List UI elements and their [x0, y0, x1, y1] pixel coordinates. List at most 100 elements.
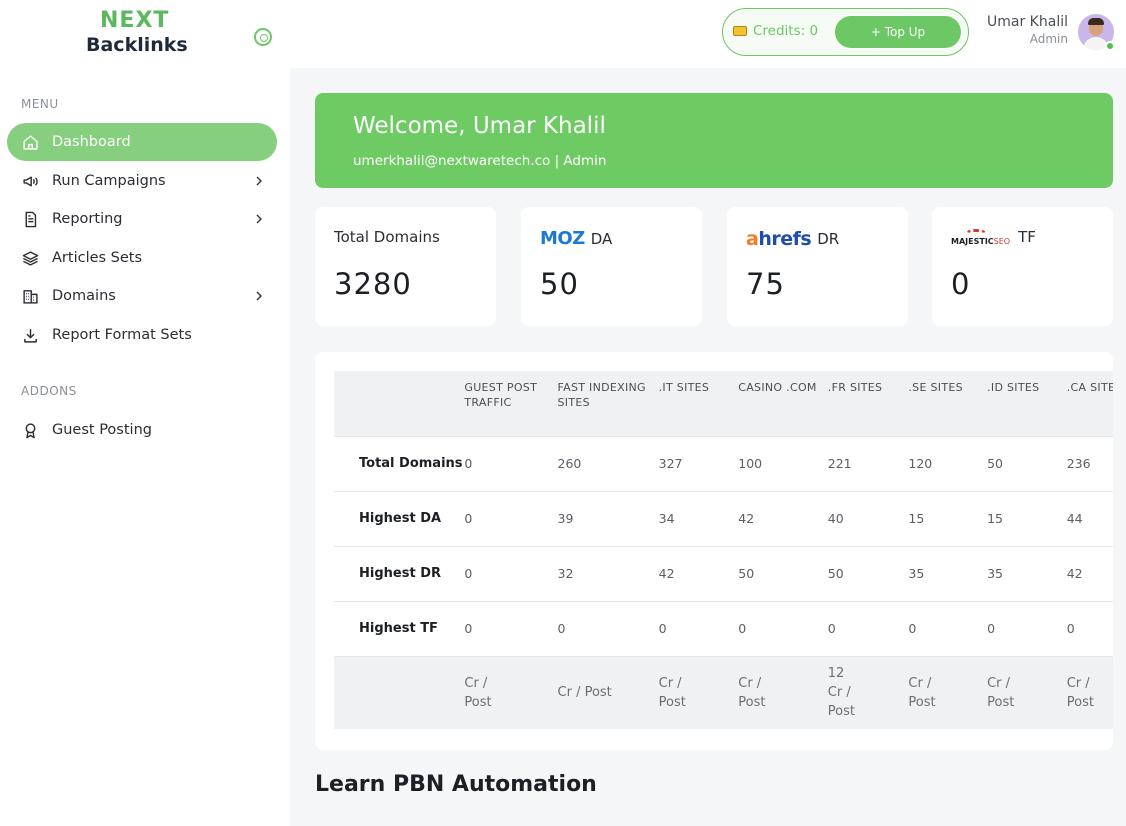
table-cell: 15: [908, 490, 988, 546]
stat-label: DR: [817, 230, 840, 248]
stat-value: 75: [746, 267, 785, 301]
table-cell: 40: [827, 490, 909, 546]
table-footer-row: Cr / Post Cr / Post Cr / Post Cr / Post …: [334, 655, 1113, 729]
column-header: .SE SITES: [908, 371, 988, 436]
table-cell: 0: [464, 435, 558, 491]
row-label: Highest DR: [334, 545, 465, 601]
column-header: GUEST POST TRAFFIC: [464, 371, 558, 436]
table-cell: 0: [464, 490, 558, 546]
table-cell: 42: [1066, 545, 1113, 601]
column-header: .IT SITES: [658, 371, 739, 436]
sidebar-item-report-format-sets[interactable]: Report Format Sets: [7, 316, 277, 354]
document-icon: [21, 210, 39, 228]
column-header: .CA SITES: [1066, 371, 1113, 436]
download-icon: [21, 326, 39, 344]
row-label: Highest TF: [334, 600, 465, 656]
award-icon: [21, 421, 39, 439]
table-cell: 42: [658, 545, 739, 601]
sidebar-item-label: Reporting: [52, 211, 123, 227]
credits-display: Credits: 0: [733, 23, 818, 39]
sidebar-item-label: Domains: [52, 288, 116, 304]
table-cell: 0: [557, 600, 659, 656]
table-cell: 0: [987, 600, 1067, 656]
section-title: Learn PBN Automation: [315, 772, 597, 797]
table-cell: 236: [1066, 435, 1113, 491]
price-cell: Cr / Post: [557, 655, 659, 729]
table-cell: 50: [738, 545, 828, 601]
table-cell: 120: [908, 435, 988, 491]
price-cell: Cr / Post: [658, 655, 739, 729]
credits-label: Credits: 0: [753, 23, 819, 39]
sidebar-item-reporting[interactable]: Reporting: [7, 200, 277, 238]
addons-heading: ADDONS: [21, 384, 77, 398]
price-cell: Cr / Post: [464, 655, 558, 729]
table-cell: 221: [827, 435, 909, 491]
majestic-logo: MAJESTICSEO: [951, 228, 1010, 246]
price-cell: Cr / Post: [738, 655, 828, 729]
row-label: Highest DA: [334, 490, 465, 546]
top-up-button[interactable]: + Top Up: [835, 16, 961, 48]
stat-label: Total Domains: [334, 228, 440, 246]
price-cell: Cr / Post: [908, 655, 988, 729]
table-cell: 0: [1066, 600, 1113, 656]
logo-next-text: NEXT: [100, 8, 170, 33]
table-cell: 260: [557, 435, 659, 491]
home-icon: [21, 133, 39, 151]
sidebar-toggle-icon[interactable]: [254, 28, 272, 46]
sidebar-item-label: Articles Sets: [52, 250, 143, 266]
sidebar-item-label: Dashboard: [52, 134, 131, 150]
menu-heading: MENU: [21, 97, 59, 111]
welcome-banner: Welcome, Umar Khalil umerkhalil@nextware…: [315, 93, 1113, 188]
table-cell: 0: [827, 600, 909, 656]
user-role: Admin: [1029, 32, 1068, 46]
sites-summary-table: GUEST POST TRAFFIC FAST INDEXING SITES .…: [334, 371, 1113, 729]
table-header-row: GUEST POST TRAFFIC FAST INDEXING SITES .…: [334, 371, 1113, 436]
moz-logo: MOZ: [540, 228, 585, 249]
table-cell: 50: [827, 545, 909, 601]
table-cell: 0: [464, 600, 558, 656]
sidebar: NEXT Backlinks MENU Dashboard Run Campai…: [0, 0, 290, 826]
sidebar-item-label: Report Format Sets: [52, 327, 192, 343]
stat-value: 50: [540, 267, 579, 301]
column-header: .FR SITES: [827, 371, 909, 436]
sidebar-item-articles-sets[interactable]: Articles Sets: [7, 239, 277, 277]
row-label: Total Domains: [334, 435, 465, 491]
table-row: Total Domains 0 260 327 100 221 120 50 2…: [334, 435, 1113, 491]
table-cell: 35: [908, 545, 988, 601]
stat-value: 3280: [334, 267, 412, 301]
stat-value: 0: [951, 267, 971, 301]
table-cell: 327: [658, 435, 739, 491]
price-cell: Cr / Post: [987, 655, 1067, 729]
table-cell: 32: [557, 545, 659, 601]
table-cell: 44: [1066, 490, 1113, 546]
welcome-subtitle: umerkhalil@nextwaretech.co | Admin: [353, 153, 607, 169]
credits-widget: Credits: 0 + Top Up: [722, 8, 969, 56]
sidebar-item-dashboard[interactable]: Dashboard: [7, 123, 277, 161]
online-status-icon: [1105, 41, 1115, 51]
table-row: Highest TF 0 0 0 0 0 0 0 0: [334, 600, 1113, 656]
sidebar-item-run-campaigns[interactable]: Run Campaigns: [7, 162, 277, 200]
table-cell: 50: [987, 435, 1067, 491]
top-header: Credits: 0 + Top Up Umar Khalil Admin: [290, 0, 1126, 68]
credit-card-icon: [733, 26, 747, 36]
table-cell: 0: [738, 600, 828, 656]
stat-label: TF: [1018, 228, 1036, 246]
table-cell: 34: [658, 490, 739, 546]
sidebar-item-domains[interactable]: Domains: [7, 277, 277, 315]
sidebar-item-guest-posting[interactable]: Guest Posting: [7, 411, 277, 449]
layers-icon: [21, 249, 39, 267]
chevron-right-icon: [251, 173, 267, 189]
ahrefs-logo: ahrefs: [746, 228, 812, 250]
table-cell: 0: [464, 545, 558, 601]
stat-card-majestic-tf: MAJESTICSEO TF 0: [932, 207, 1113, 326]
user-name[interactable]: Umar Khalil: [987, 14, 1068, 30]
table-cell: 0: [658, 600, 739, 656]
stat-label: DA: [590, 229, 613, 248]
sidebar-item-label: Run Campaigns: [52, 173, 166, 189]
app-logo[interactable]: NEXT Backlinks: [84, 8, 188, 58]
welcome-title: Welcome, Umar Khalil: [353, 113, 606, 139]
table-row: Highest DR 0 32 42 50 50 35 35 42: [334, 545, 1113, 601]
buildings-icon: [21, 287, 39, 305]
column-header: .ID SITES: [987, 371, 1067, 436]
sites-summary-card: GUEST POST TRAFFIC FAST INDEXING SITES .…: [315, 352, 1113, 750]
